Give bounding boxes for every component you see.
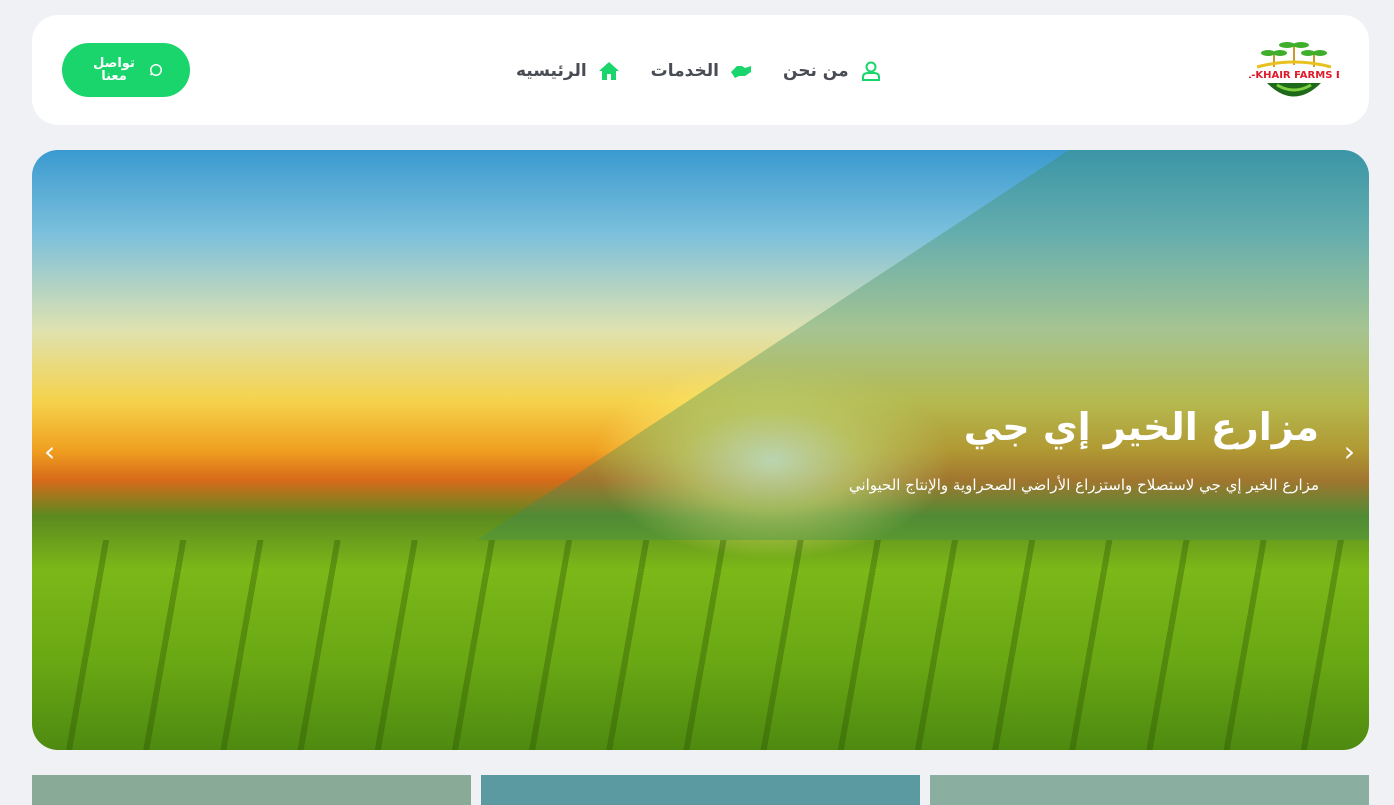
main-nav: الرئيسيه الخدمات من نحن [516, 59, 883, 83]
header: AL-KHAIR FARMS EG الرئيسيه الخدمات من نح… [32, 15, 1369, 125]
service-card-image[interactable] [32, 775, 471, 805]
handshake-icon [730, 66, 751, 78]
hero-slider: مزارع الخير إي جي مزارع الخير إي جي لاست… [32, 150, 1369, 750]
hero-title: مزارع الخير إي جي [963, 405, 1319, 449]
nav-about[interactable]: من نحن [783, 59, 883, 83]
nav-services[interactable]: الخدمات [651, 59, 753, 83]
service-card-image[interactable] [481, 775, 920, 805]
hero-image-fields [32, 540, 1369, 750]
service-card-image[interactable] [930, 775, 1369, 805]
nav-about-label: من نحن [782, 61, 849, 81]
nav-home[interactable]: الرئيسيه [516, 59, 621, 83]
home-icon [598, 62, 619, 80]
logo[interactable]: AL-KHAIR FARMS EG [1237, 35, 1351, 105]
contact-us-button[interactable]: تواصل معنا [62, 43, 190, 97]
hero-subtitle: مزارع الخير إي جي لاستصلاح واستزراع الأر… [848, 476, 1319, 494]
slider-next-chevron-icon[interactable]: › [1344, 435, 1355, 468]
svg-text:AL-KHAIR FARMS EG: AL-KHAIR FARMS EG [1249, 70, 1339, 81]
nav-home-label: الرئيسيه [516, 61, 587, 81]
slider-prev-chevron-icon[interactable]: ‹ [44, 435, 55, 468]
contact-us-label: تواصل معنا [93, 56, 135, 84]
whatsapp-icon [150, 64, 162, 76]
user-icon [861, 61, 880, 81]
nav-services-label: الخدمات [650, 61, 719, 81]
